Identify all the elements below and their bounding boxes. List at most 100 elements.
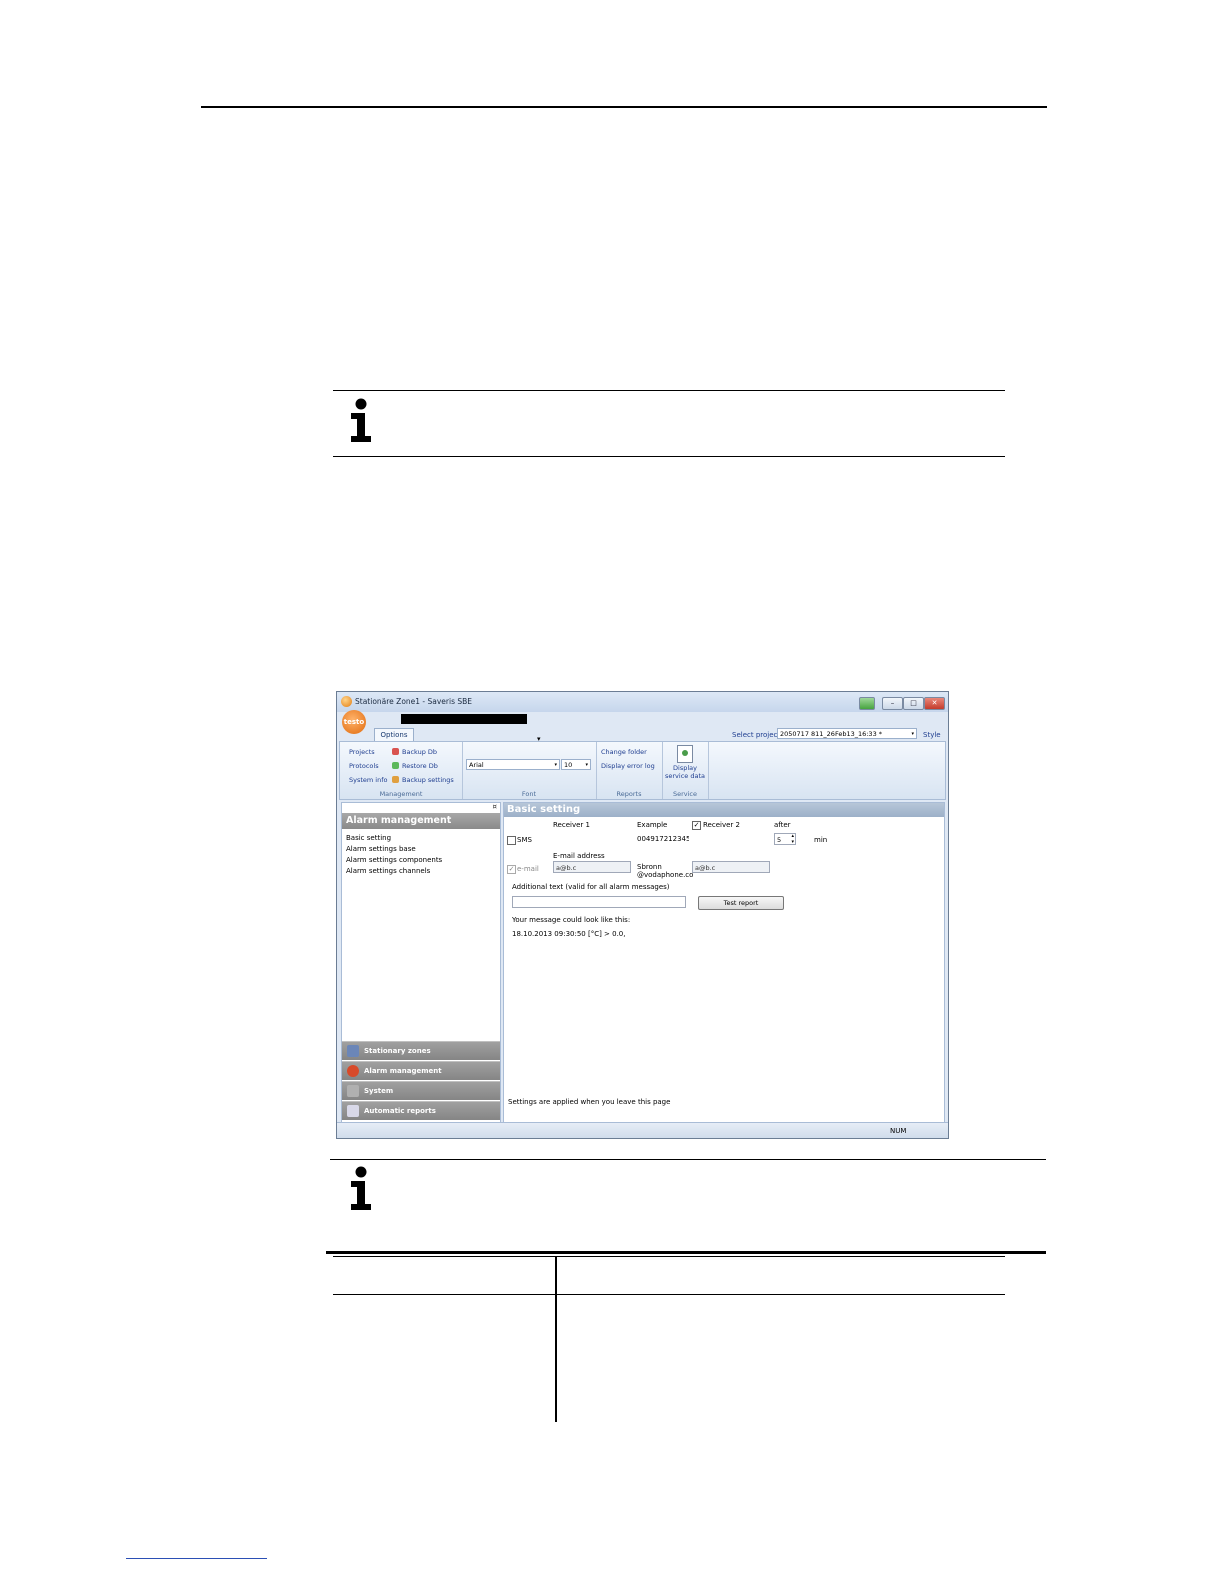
- email-field-1[interactable]: a@b.c: [553, 861, 631, 873]
- maximize-button[interactable]: □: [903, 697, 924, 710]
- sms-checkbox[interactable]: [507, 836, 516, 845]
- nav-stationary-zones[interactable]: Stationary zones: [342, 1041, 500, 1060]
- system-info-button[interactable]: System info: [349, 776, 388, 784]
- select-project-label: Select project: [732, 731, 781, 739]
- nav-item-alarm-settings-components[interactable]: Alarm settings components: [346, 856, 442, 864]
- wrench-icon: [347, 1085, 359, 1097]
- min-label: min: [814, 836, 828, 844]
- change-folder-button[interactable]: Change folder: [601, 748, 647, 756]
- ribbon: Projects Protocols System info Backup Db…: [339, 741, 946, 800]
- nav-pane-title: Alarm management: [342, 813, 500, 829]
- font-family-value: Arial: [469, 761, 484, 769]
- title-bar: Stationäre Zone1 - Saveris SBE – □ ✕: [337, 692, 948, 712]
- service-group-label: Service: [672, 790, 698, 798]
- redacted-bar: [401, 714, 527, 724]
- display-error-log-button[interactable]: Display error log: [601, 762, 655, 770]
- email-address-label: E-mail address: [553, 852, 605, 860]
- nav-item-basic-setting[interactable]: Basic setting: [346, 834, 391, 842]
- status-bar: NUM: [337, 1122, 948, 1138]
- online-indicator-icon[interactable]: [859, 697, 875, 710]
- example-email: Sbronn @vodaphone.co: [637, 863, 694, 879]
- app-icon: [341, 696, 352, 707]
- receiver1-label: Receiver 1: [553, 821, 590, 829]
- table-top-rule: [326, 1251, 1046, 1254]
- content-title: Basic setting: [504, 803, 944, 817]
- stationary-zones-icon: [347, 1045, 359, 1057]
- nav-stationary-zones-label: Stationary zones: [364, 1047, 431, 1055]
- preview-label: Your message could look like this:: [512, 916, 631, 924]
- select-project-dropdown[interactable]: 2050717 811_26Feb13_16:33 * ▾: [777, 728, 917, 739]
- backup-settings-icon: [392, 776, 399, 783]
- display-service-data-button[interactable]: Display service data: [663, 764, 707, 780]
- spin-arrows-icon[interactable]: ▴ ▾: [791, 833, 794, 845]
- info-box-bottom-rule: [333, 456, 1005, 457]
- ribbon-group-reports: Change folder Display error log Reports: [596, 742, 663, 799]
- ribbon-group-service: Display service data Service: [662, 742, 709, 799]
- settings-applied-note: Settings are applied when you leave this…: [508, 1098, 671, 1106]
- footer-link-underline[interactable]: [126, 1558, 267, 1559]
- testo-logo-button[interactable]: testo: [342, 710, 366, 734]
- content-pane: Basic setting Receiver 1 Example ✓ Recei…: [503, 802, 945, 1124]
- info-box-top-rule: [333, 390, 1005, 391]
- after-label: after: [774, 821, 791, 829]
- navigation-pane: ¤ Alarm management Basic setting Alarm s…: [341, 802, 501, 1124]
- minimize-button[interactable]: –: [882, 697, 903, 710]
- nav-alarm-management-label: Alarm management: [364, 1067, 442, 1075]
- info-box2-top-rule: [330, 1159, 1046, 1160]
- service-data-icon: [677, 745, 693, 763]
- after-minutes-value: 5: [777, 836, 782, 844]
- table-header-bottom-rule: [333, 1294, 1005, 1295]
- protocols-button[interactable]: Protocols: [349, 762, 379, 770]
- font-size-value: 10: [564, 761, 573, 769]
- receiver2-label: Receiver 2: [703, 821, 740, 829]
- additional-text-label: Additional text (valid for all alarm mes…: [512, 883, 670, 891]
- software-screenshot: Stationäre Zone1 - Saveris SBE – □ ✕ ▾ t…: [336, 691, 949, 1139]
- report-icon: [347, 1105, 359, 1117]
- nav-item-alarm-settings-channels[interactable]: Alarm settings channels: [346, 867, 430, 875]
- email-checkbox[interactable]: ✓: [507, 865, 516, 874]
- nav-item-alarm-settings-base[interactable]: Alarm settings base: [346, 845, 416, 853]
- info-icon: [351, 398, 371, 442]
- nav-automatic-reports[interactable]: Automatic reports: [342, 1101, 500, 1120]
- chevron-down-icon: ▾: [911, 731, 914, 737]
- additional-text-input[interactable]: [512, 896, 686, 908]
- email-field-2[interactable]: a@b.c: [692, 861, 770, 873]
- pin-icon[interactable]: ¤: [493, 803, 497, 811]
- tab-options[interactable]: Options: [374, 728, 414, 742]
- header-rule: [201, 106, 1047, 108]
- close-button[interactable]: ✕: [924, 697, 945, 710]
- nav-automatic-reports-label: Automatic reports: [364, 1107, 436, 1115]
- chevron-down-icon: ▾: [554, 762, 557, 768]
- email-label: e-mail: [517, 865, 539, 873]
- backup-settings-label: Backup settings: [402, 776, 454, 784]
- projects-button[interactable]: Projects: [349, 748, 375, 756]
- backup-db-icon: [392, 748, 399, 755]
- nav-system[interactable]: System: [342, 1081, 500, 1100]
- window-title: Stationäre Zone1 - Saveris SBE: [355, 697, 473, 706]
- alarm-icon: [347, 1065, 359, 1077]
- style-menu[interactable]: Style: [923, 731, 941, 739]
- sms-label: SMS: [517, 836, 532, 844]
- after-minutes-stepper[interactable]: 5 ▴ ▾: [774, 833, 796, 845]
- receiver2-checkbox[interactable]: ✓: [692, 821, 701, 830]
- example-number: 00491721234567: [637, 835, 689, 843]
- nav-alarm-management[interactable]: Alarm management: [342, 1061, 500, 1080]
- reports-group-label: Reports: [616, 790, 642, 798]
- test-report-button[interactable]: Test report: [698, 896, 784, 910]
- example-label: Example: [637, 821, 668, 829]
- ribbon-group-font: Arial ▾ 10 ▾ Font: [462, 742, 597, 799]
- backup-db-label: Backup Db: [402, 748, 438, 756]
- restore-db-label: Restore Db: [402, 762, 438, 770]
- backup-settings-button[interactable]: Backup settings: [392, 776, 454, 784]
- management-group-label: Management: [379, 790, 423, 798]
- backup-db-button[interactable]: Backup Db: [392, 748, 437, 756]
- preview-text: 18.10.2013 09:30:50 [°C] > 0.0,: [512, 930, 626, 938]
- font-group-label: Font: [521, 790, 537, 798]
- font-size-select[interactable]: 10 ▾: [561, 759, 591, 770]
- restore-db-button[interactable]: Restore Db: [392, 762, 438, 770]
- table-header-rule: [333, 1256, 1005, 1257]
- table-column-divider: [555, 1256, 557, 1422]
- chevron-down-icon: ▾: [585, 762, 588, 768]
- font-family-select[interactable]: Arial ▾: [466, 759, 560, 770]
- info-icon: [351, 1166, 371, 1210]
